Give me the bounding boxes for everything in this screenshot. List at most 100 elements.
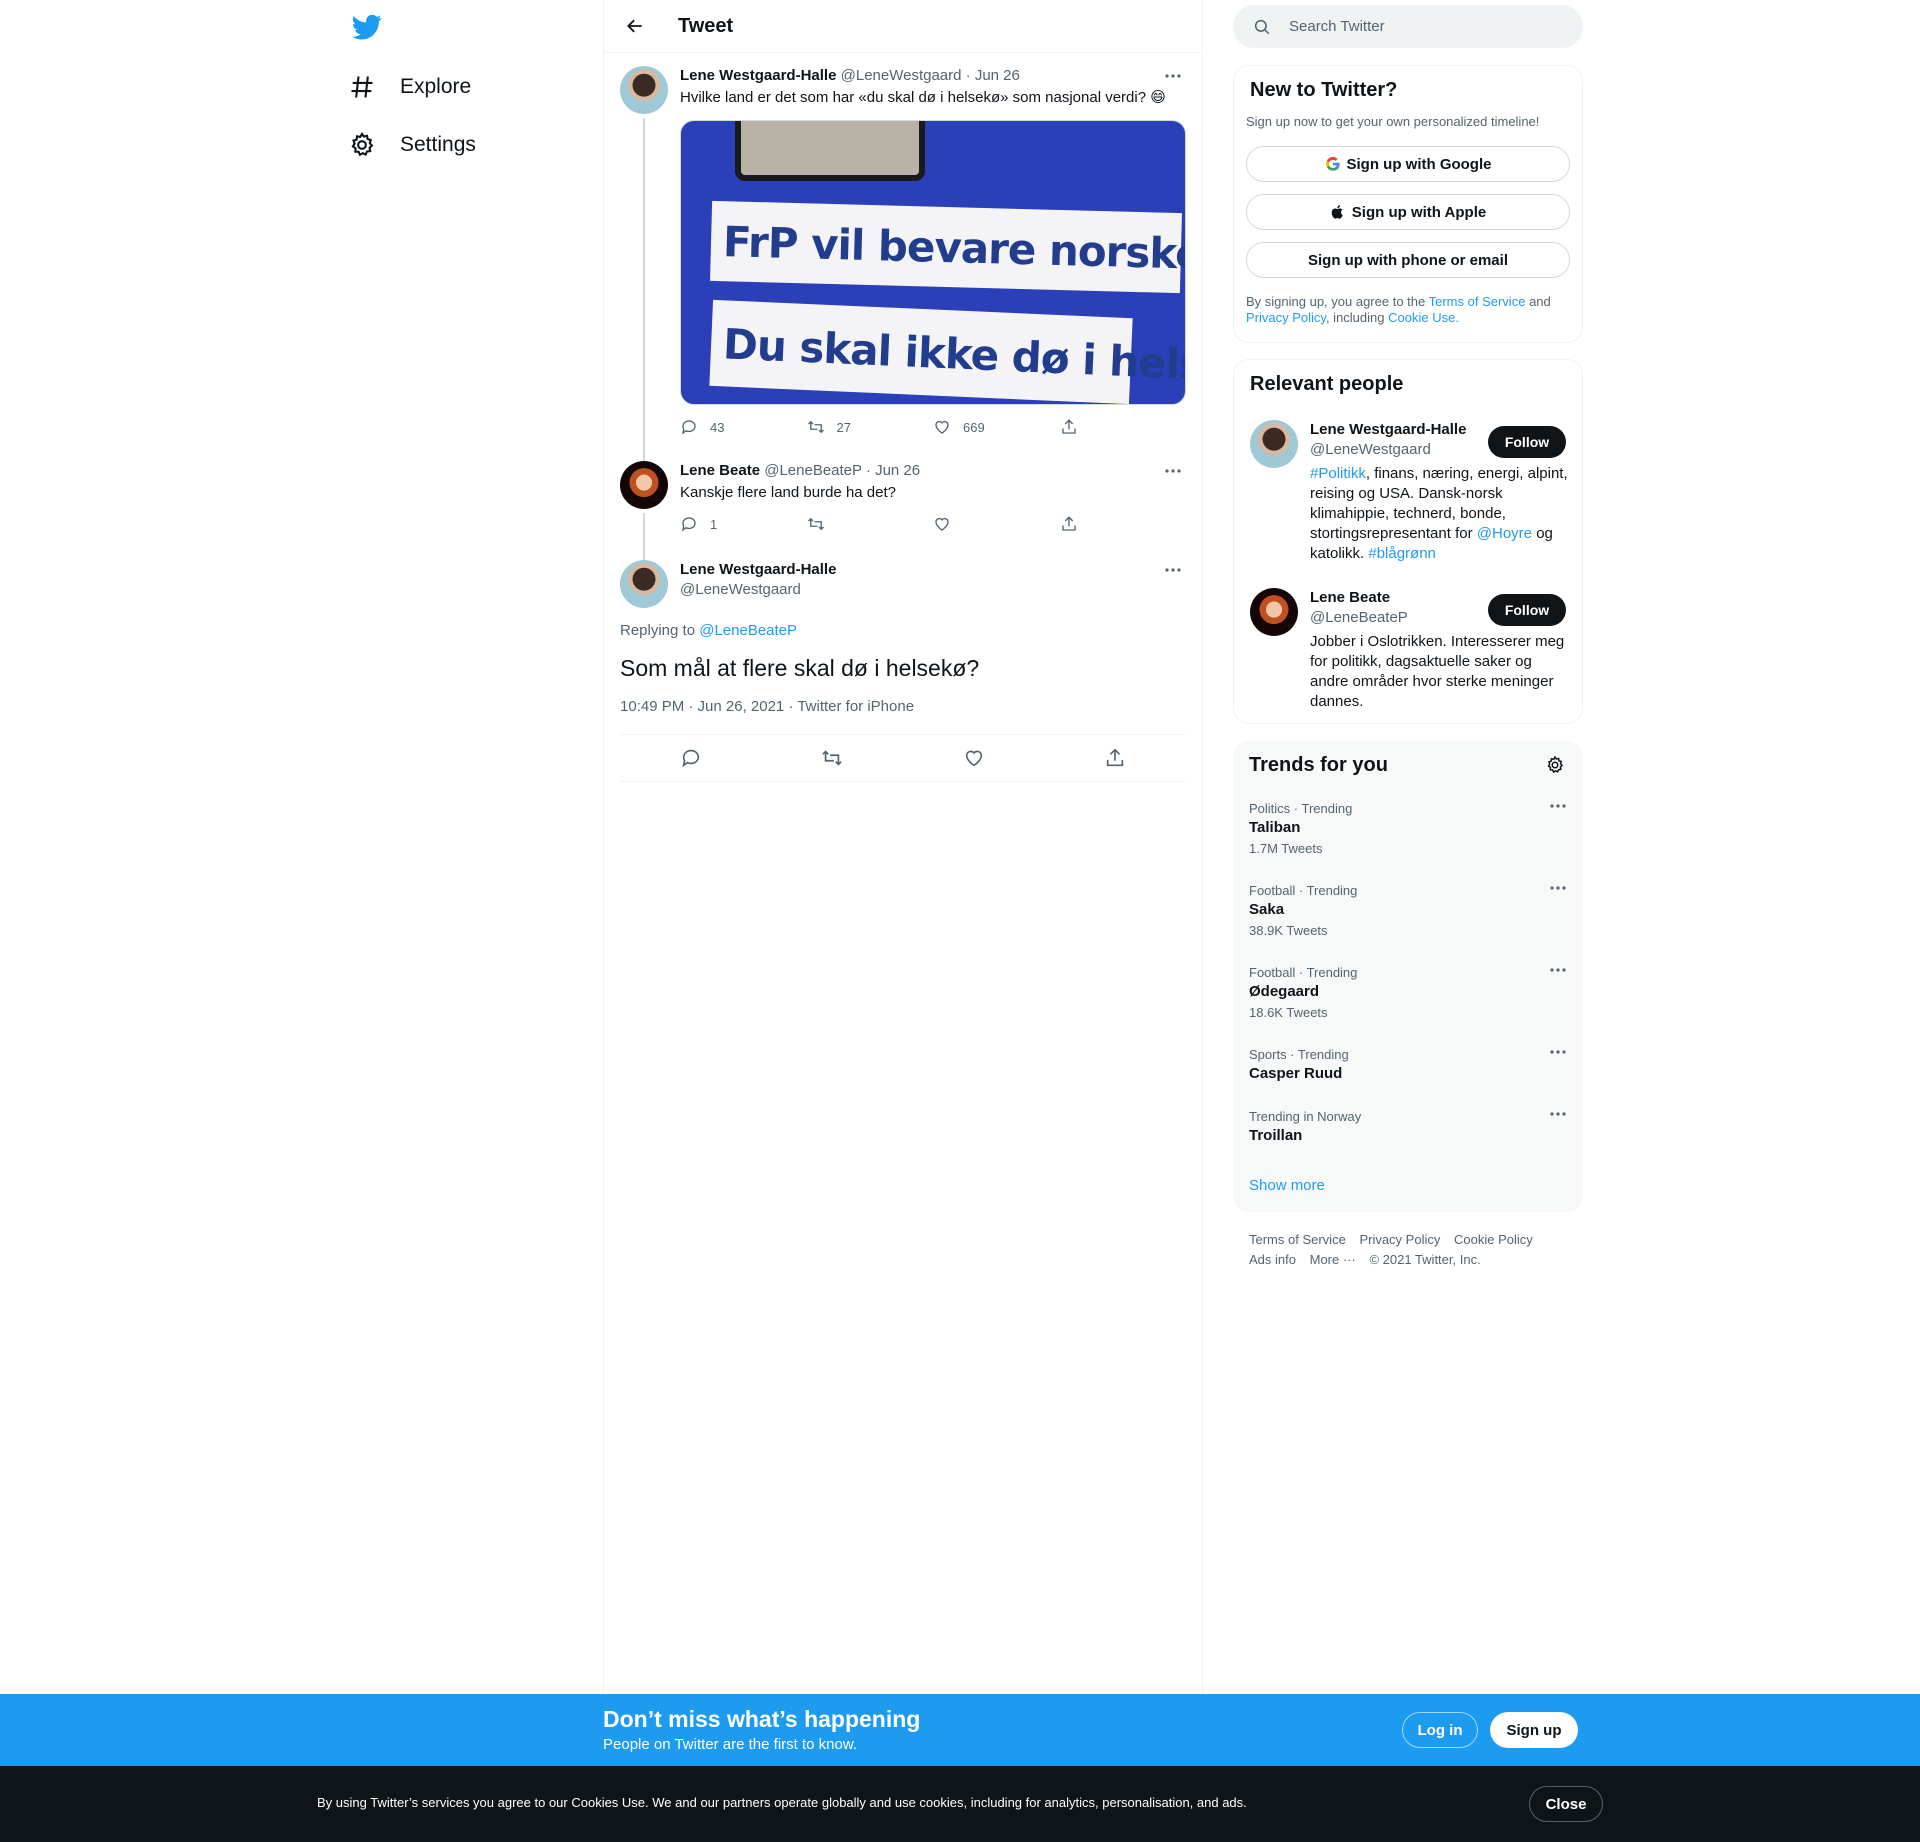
replying-to-link[interactable]: @LeneBeateP: [699, 622, 797, 639]
gear-icon[interactable]: [1545, 755, 1565, 775]
reply-button[interactable]: [672, 739, 710, 777]
tweet-image[interactable]: FrP vil bevare norske verdier Du skal ik…: [680, 120, 1186, 405]
author-handle[interactable]: @LeneBeateP: [764, 462, 862, 479]
signup-apple-button[interactable]: Sign up with Apple: [1246, 194, 1570, 230]
cookie-banner: By using Twitter’s services you agree to…: [0, 1766, 1920, 1842]
signup-google-button[interactable]: Sign up with Google: [1246, 146, 1570, 182]
reply-button[interactable]: 43: [680, 418, 807, 436]
share-button[interactable]: [1060, 418, 1187, 436]
person-handle[interactable]: @LeneWestgaard: [1310, 440, 1490, 460]
avatar[interactable]: [1250, 420, 1298, 468]
hashtag-link[interactable]: #Politikk: [1310, 465, 1366, 482]
avatar[interactable]: [620, 560, 668, 608]
more-options-icon[interactable]: [1549, 885, 1567, 891]
cookie-text: By using Twitter’s services you agree to…: [317, 1795, 1247, 1810]
person-name[interactable]: Lene Beate: [1310, 588, 1490, 608]
back-arrow-icon[interactable]: [618, 9, 652, 43]
more-options-icon[interactable]: [1549, 1111, 1567, 1117]
avatar[interactable]: [620, 461, 668, 509]
close-button[interactable]: Close: [1529, 1786, 1603, 1822]
trend-item[interactable]: Trending in Norway Troillan: [1249, 1109, 1567, 1147]
banner-subtitle: People on Twitter are the first to know.: [603, 1736, 858, 1753]
search-icon: [1253, 18, 1271, 36]
tweet-date[interactable]: · Jun 26: [866, 462, 920, 479]
tweet-original[interactable]: Lene Westgaard-Halle @LeneWestgaard · Ju…: [620, 66, 1186, 508]
share-button[interactable]: [1060, 515, 1187, 533]
more-options-icon[interactable]: [1549, 967, 1567, 973]
footer-link[interactable]: More ···: [1310, 1252, 1356, 1267]
trend-name: Saka: [1249, 901, 1285, 918]
person-item[interactable]: Lene Westgaard-Halle @LeneWestgaard Foll…: [1250, 420, 1568, 570]
like-button[interactable]: [933, 515, 1060, 533]
author-name[interactable]: Lene Westgaard-Halle: [680, 67, 836, 84]
like-button[interactable]: [955, 739, 993, 777]
trend-item[interactable]: Football · Trending Ødegaard 18.6K Tweet…: [1249, 965, 1567, 1023]
trend-item[interactable]: Sports · Trending Casper Ruud: [1249, 1047, 1567, 1085]
card-title: Trends for you: [1249, 754, 1388, 776]
heart-icon: [935, 420, 949, 434]
tweet-actions: 43 27 669: [680, 418, 1186, 436]
follow-button[interactable]: Follow: [1488, 426, 1566, 458]
follow-button[interactable]: Follow: [1488, 594, 1566, 626]
author-handle[interactable]: @LeneWestgaard: [841, 67, 962, 84]
footer-link[interactable]: Cookie Policy: [1454, 1232, 1533, 1247]
nav-settings[interactable]: Settings: [348, 121, 476, 169]
trend-item[interactable]: Politics · Trending Taliban 1.7M Tweets: [1249, 801, 1567, 859]
legal-text: and: [1529, 294, 1551, 309]
person-name[interactable]: Lene Westgaard-Halle: [1310, 420, 1490, 440]
twitter-bird-icon[interactable]: [352, 12, 384, 44]
person-handle[interactable]: @LeneBeateP: [1310, 608, 1490, 628]
trend-context: Sports · Trending: [1249, 1047, 1349, 1062]
login-button[interactable]: Log in: [1402, 1712, 1478, 1748]
share-button[interactable]: [1096, 739, 1134, 777]
author-name[interactable]: Lene Beate: [680, 462, 760, 479]
more-options-icon[interactable]: [1160, 66, 1186, 86]
footer-link[interactable]: Terms of Service: [1249, 1232, 1346, 1247]
like-count: 669: [963, 419, 985, 435]
more-options-icon[interactable]: [1549, 1049, 1567, 1055]
reply-count: 43: [710, 419, 725, 435]
avatar[interactable]: [1250, 588, 1298, 636]
person-item[interactable]: Lene Beate @LeneBeateP Follow Jobber i O…: [1250, 588, 1566, 718]
reply-button[interactable]: 1: [680, 515, 807, 533]
search-input[interactable]: [1289, 18, 1559, 35]
cookie-link[interactable]: Cookie Use.: [1388, 310, 1459, 325]
nav-explore[interactable]: Explore: [348, 63, 471, 111]
tweet-focused: Lene Westgaard-Halle @LeneWestgaard Repl…: [620, 560, 1186, 730]
thread-line: [643, 118, 645, 508]
tweet-actions: 1: [680, 515, 1186, 533]
terms-link[interactable]: Terms of Service: [1429, 294, 1526, 309]
retweet-button[interactable]: [807, 515, 934, 533]
legal-text: By signing up, you agree to the: [1246, 294, 1426, 309]
trend-name: Troillan: [1249, 1127, 1303, 1144]
hashtag-link[interactable]: #blågrønn: [1368, 545, 1436, 562]
reply-icon: [682, 749, 699, 768]
show-more-link[interactable]: Show more: [1249, 1177, 1325, 1194]
retweet-button[interactable]: [813, 739, 851, 777]
more-options-icon[interactable]: [1549, 803, 1567, 809]
author-name[interactable]: Lene Westgaard-Halle: [680, 561, 836, 578]
signup-apple-label: Sign up with Apple: [1351, 203, 1487, 221]
retweet-button[interactable]: 27: [807, 418, 934, 436]
tweet-date[interactable]: · Jun 26: [966, 67, 1020, 84]
signup-phone-button[interactable]: Sign up with phone or email: [1246, 242, 1570, 278]
card-title: New to Twitter?: [1250, 79, 1398, 101]
tweet-timestamp[interactable]: 10:49 PM · Jun 26, 2021 · Twitter for iP…: [620, 698, 914, 715]
trend-item[interactable]: Football · Trending Saka 38.9K Tweets: [1249, 883, 1567, 941]
more-options-icon[interactable]: [1160, 560, 1186, 580]
avatar[interactable]: [620, 66, 668, 114]
privacy-link[interactable]: Privacy Policy: [1246, 310, 1326, 325]
mention-link[interactable]: @Hoyre: [1477, 525, 1532, 542]
author-handle[interactable]: @LeneWestgaard: [680, 581, 801, 598]
signup-banner: Don’t miss what’s happening People on Tw…: [0, 1694, 1920, 1766]
signup-button[interactable]: Sign up: [1490, 1712, 1578, 1748]
signup-google-label: Sign up with Google: [1346, 155, 1492, 173]
footer-link[interactable]: Ads info: [1249, 1252, 1296, 1267]
nav-explore-label: Explore: [400, 75, 472, 98]
footer-link[interactable]: Privacy Policy: [1359, 1232, 1440, 1247]
share-icon: [1061, 516, 1076, 531]
tweet-reply[interactable]: Lene Beate @LeneBeateP · Jun 26 Kanskje …: [620, 461, 1186, 567]
more-options-icon[interactable]: [1160, 461, 1186, 481]
like-button[interactable]: 669: [933, 418, 1060, 436]
search-box[interactable]: [1233, 5, 1583, 48]
